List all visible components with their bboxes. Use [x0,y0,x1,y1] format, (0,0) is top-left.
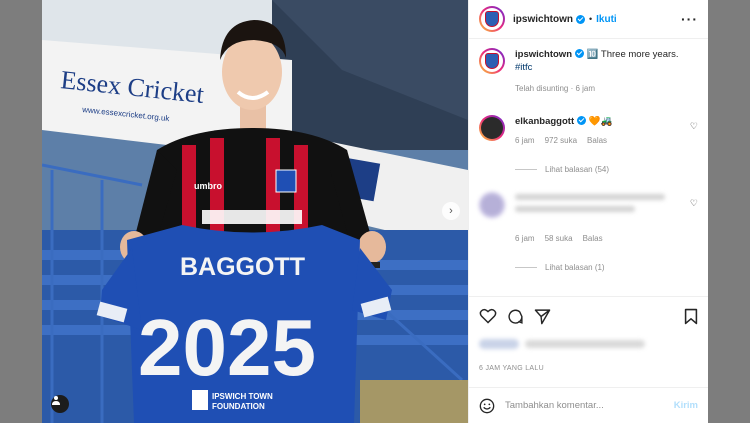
shirt-number: 2025 [138,303,316,392]
chevron-right-icon: › [449,205,453,217]
club-crest-icon [485,53,499,69]
comment-icon[interactable] [507,308,524,325]
edited-label: Telah disunting · 6 jam [515,84,596,93]
comment-likes[interactable]: 58 suka [545,232,573,245]
bookmark-icon[interactable] [684,308,698,325]
action-icons [479,307,698,325]
comment-time: 6 jam [515,234,535,243]
comment-text-block: 6 jam 58 suka Balas Lihat balasan (1) [515,192,683,274]
follow-button[interactable]: Ikuti [596,14,617,25]
commenter-avatar[interactable] [479,192,505,218]
foundation-line-1: IPSWICH TOWN [212,392,273,401]
comment-text-block: elkanbaggott 🧡🚜 6 jam 972 suka Balas Lih… [515,115,683,176]
liked-by-blurred[interactable] [479,337,698,351]
verified-badge-icon [577,116,587,125]
caption-username[interactable]: ipswichtown [515,49,572,60]
comment-meta: 6 jam 58 suka Balas [515,232,683,245]
comment-row: elkanbaggott 🧡🚜 6 jam 972 suka Balas Lih… [479,115,698,176]
share-icon[interactable] [534,308,551,325]
separator-dot: • [589,14,593,24]
author-username[interactable]: ipswichtown [513,14,573,25]
comment-text: 🧡🚜 [588,116,613,127]
blurred-comment-text [515,192,683,218]
verified-badge-icon [576,14,585,24]
author-avatar[interactable] [479,6,505,32]
post-photo[interactable]: Essex Cricket www.essexcricket.org.uk um… [42,0,468,423]
post-dialog: Essex Cricket www.essexcricket.org.uk um… [42,0,708,423]
kit-brand: umbro [194,181,223,191]
send-comment-button[interactable]: Kirim [674,400,698,411]
caption-text-block: ipswichtown 🔟 Three more years. #itfc Te… [515,48,683,95]
heart-icon[interactable] [479,308,497,324]
caption-text: 🔟 Three more years. [586,49,679,60]
caption-avatar[interactable] [479,48,505,74]
next-photo-button[interactable]: › [442,202,460,220]
add-comment-bar: Tambahkan komentar... Kirim [469,387,708,423]
post-timestamp: 6 JAM YANG LALU [479,365,544,372]
reply-button[interactable]: Balas [587,134,607,147]
view-replies-button[interactable]: Lihat balasan (54) [515,163,683,176]
caption-meta: Telah disunting · 6 jam [515,82,683,95]
post-side-panel: ipswichtown • Ikuti ··· ipswichtown 🔟 Th… [468,0,708,423]
shirt-name: BAGGOTT [180,253,305,281]
comment-meta: 6 jam 972 suka Balas [515,134,683,147]
commenter-avatar[interactable] [479,115,505,141]
emoji-icon[interactable] [479,398,495,414]
like-comment-heart-icon[interactable]: ♡ [690,121,698,132]
view-replies-label: Lihat balasan (54) [545,165,610,174]
person-icon [52,396,60,405]
view-replies-label: Lihat balasan (1) [545,263,605,272]
comment-time: 6 jam [515,136,535,145]
comment-likes[interactable]: 972 suka [545,134,577,147]
post-header: ipswichtown • Ikuti ··· [469,0,708,39]
modal-backdrop: Essex Cricket www.essexcricket.org.uk um… [0,0,750,423]
more-dots-icon[interactable]: ··· [681,11,698,27]
add-comment-input[interactable]: Tambahkan komentar... [505,400,604,411]
like-comment-heart-icon[interactable]: ♡ [690,198,698,209]
view-replies-button[interactable]: Lihat balasan (1) [515,261,683,274]
comments-list: ipswichtown 🔟 Three more years. #itfc Te… [469,40,708,295]
club-crest-icon [485,11,499,27]
photo-illustration: Essex Cricket www.essexcricket.org.uk um… [42,0,468,423]
tagged-users-button[interactable] [51,395,69,413]
commenter-username[interactable]: elkanbaggott [515,116,574,127]
comment-row: 6 jam 58 suka Balas Lihat balasan (1) ♡ [479,192,698,274]
foundation-line-2: FOUNDATION [212,402,265,411]
verified-badge-icon [575,49,584,58]
caption-row: ipswichtown 🔟 Three more years. #itfc Te… [479,48,698,95]
caption-hashtag[interactable]: #itfc [515,62,532,73]
post-actions: 6 JAM YANG LALU [469,296,708,386]
reply-button[interactable]: Balas [583,232,603,245]
